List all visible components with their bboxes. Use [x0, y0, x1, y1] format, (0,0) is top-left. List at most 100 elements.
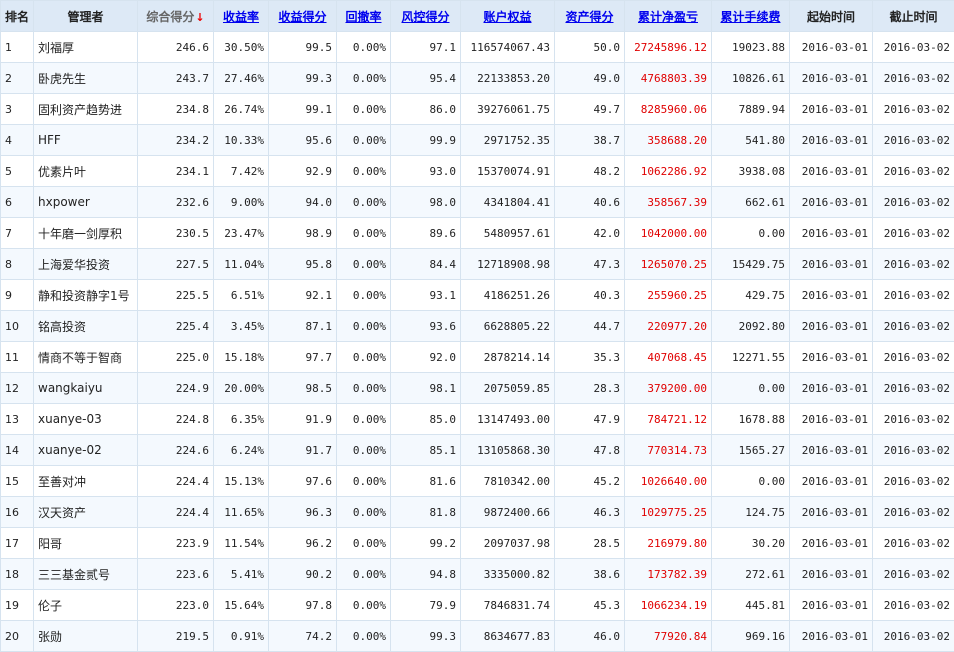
manager-cell: 优素片叶 — [34, 156, 138, 187]
return-score-cell: 96.3 — [269, 497, 337, 528]
return-rate-cell: 5.41% — [214, 559, 269, 590]
manager-cell: 上海爱华投资 — [34, 249, 138, 280]
rank-header: 排名 — [1, 1, 34, 32]
cum-fee-cell: 124.75 — [712, 497, 790, 528]
equity-cell: 39276061.75 — [461, 94, 555, 125]
return-score-cell: 92.9 — [269, 156, 337, 187]
table-row: 14xuanye-02224.66.24%91.70.00%85.1131058… — [1, 435, 954, 466]
cum-pnl-cell: 1029775.25 — [625, 497, 712, 528]
return-score-header[interactable]: 收益得分 — [269, 1, 337, 32]
total-score-cell: 225.5 — [138, 280, 214, 311]
manager-cell: 十年磨一剑厚积 — [34, 218, 138, 249]
risk-score-cell: 93.0 — [391, 156, 461, 187]
cum-fee-cell: 3938.08 — [712, 156, 790, 187]
cum-fee-header[interactable]: 累计手续费 — [712, 1, 790, 32]
end-time-header: 截止时间 — [873, 1, 954, 32]
end-time-cell: 2016-03-02 — [873, 249, 954, 280]
rank-cell: 6 — [1, 187, 34, 218]
drawdown-cell: 0.00% — [337, 218, 391, 249]
rank-cell: 2 — [1, 63, 34, 94]
return-rate-cell: 6.51% — [214, 280, 269, 311]
cum-pnl-cell: 8285960.06 — [625, 94, 712, 125]
cum-fee-cell: 30.20 — [712, 528, 790, 559]
cum-fee-cell: 1565.27 — [712, 435, 790, 466]
manager-cell: 卧虎先生 — [34, 63, 138, 94]
asset-score-cell: 42.0 — [555, 218, 625, 249]
asset-score-header[interactable]: 资产得分 — [555, 1, 625, 32]
total-score-cell: 224.6 — [138, 435, 214, 466]
total-score-cell: 223.6 — [138, 559, 214, 590]
return-rate-cell: 23.47% — [214, 218, 269, 249]
table-row: 5优素片叶234.17.42%92.90.00%93.015370074.914… — [1, 156, 954, 187]
rank-cell: 10 — [1, 311, 34, 342]
manager-cell: HFF — [34, 125, 138, 156]
table-row: 16汉天资产224.411.65%96.30.00%81.89872400.66… — [1, 497, 954, 528]
cum-pnl-cell: 407068.45 — [625, 342, 712, 373]
cum-pnl-cell: 1026640.00 — [625, 466, 712, 497]
start-time-cell: 2016-03-01 — [790, 404, 873, 435]
table-row: 3固利资产趋势进234.826.74%99.10.00%86.039276061… — [1, 94, 954, 125]
return-score-cell: 90.2 — [269, 559, 337, 590]
equity-header[interactable]: 账户权益 — [461, 1, 555, 32]
return-rate-cell: 15.64% — [214, 590, 269, 621]
cum-pnl-cell: 77920.84 — [625, 621, 712, 652]
asset-score-cell: 49.0 — [555, 63, 625, 94]
total-score-header[interactable]: 综合得分↓ — [138, 1, 214, 32]
asset-score-cell: 47.8 — [555, 435, 625, 466]
table-row: 11情商不等于智商225.015.18%97.70.00%92.02878214… — [1, 342, 954, 373]
drawdown-cell: 0.00% — [337, 590, 391, 621]
risk-score-cell: 93.6 — [391, 311, 461, 342]
equity-cell: 15370074.91 — [461, 156, 555, 187]
equity-cell: 13147493.00 — [461, 404, 555, 435]
rank-cell: 20 — [1, 621, 34, 652]
table-row: 6hxpower232.69.00%94.00.00%98.04341804.4… — [1, 187, 954, 218]
header-row: 排名 管理者 综合得分↓ 收益率 收益得分 回撤率 风控得分 账户权益 资产得分… — [1, 1, 954, 32]
manager-cell: 三三基金贰号 — [34, 559, 138, 590]
return-score-cell: 95.6 — [269, 125, 337, 156]
return-score-cell: 95.8 — [269, 249, 337, 280]
total-score-cell: 223.9 — [138, 528, 214, 559]
rank-cell: 11 — [1, 342, 34, 373]
manager-cell: 刘福厚 — [34, 32, 138, 63]
end-time-cell: 2016-03-02 — [873, 559, 954, 590]
return-rate-header[interactable]: 收益率 — [214, 1, 269, 32]
return-score-cell: 74.2 — [269, 621, 337, 652]
total-score-cell: 234.8 — [138, 94, 214, 125]
start-time-cell: 2016-03-01 — [790, 249, 873, 280]
sort-desc-icon: ↓ — [195, 11, 204, 24]
drawdown-cell: 0.00% — [337, 63, 391, 94]
return-score-cell: 97.7 — [269, 342, 337, 373]
drawdown-header[interactable]: 回撤率 — [337, 1, 391, 32]
rank-cell: 3 — [1, 94, 34, 125]
cum-pnl-cell: 1042000.00 — [625, 218, 712, 249]
start-time-cell: 2016-03-01 — [790, 218, 873, 249]
equity-cell: 22133853.20 — [461, 63, 555, 94]
end-time-cell: 2016-03-02 — [873, 218, 954, 249]
end-time-cell: 2016-03-02 — [873, 528, 954, 559]
cum-pnl-cell: 27245896.12 — [625, 32, 712, 63]
return-rate-cell: 11.65% — [214, 497, 269, 528]
cum-pnl-header[interactable]: 累计净盈亏 — [625, 1, 712, 32]
start-time-cell: 2016-03-01 — [790, 528, 873, 559]
risk-score-cell: 81.8 — [391, 497, 461, 528]
table-row: 2卧虎先生243.727.46%99.30.00%95.422133853.20… — [1, 63, 954, 94]
end-time-cell: 2016-03-02 — [873, 621, 954, 652]
table-row: 12wangkaiyu224.920.00%98.50.00%98.120750… — [1, 373, 954, 404]
end-time-cell: 2016-03-02 — [873, 187, 954, 218]
risk-score-cell: 99.3 — [391, 621, 461, 652]
start-time-cell: 2016-03-01 — [790, 156, 873, 187]
risk-score-header[interactable]: 风控得分 — [391, 1, 461, 32]
rank-cell: 13 — [1, 404, 34, 435]
cum-fee-cell: 541.80 — [712, 125, 790, 156]
rank-cell: 9 — [1, 280, 34, 311]
return-rate-cell: 7.42% — [214, 156, 269, 187]
drawdown-cell: 0.00% — [337, 435, 391, 466]
cum-fee-cell: 969.16 — [712, 621, 790, 652]
total-score-cell: 234.2 — [138, 125, 214, 156]
manager-cell: hxpower — [34, 187, 138, 218]
equity-cell: 12718908.98 — [461, 249, 555, 280]
cum-fee-cell: 0.00 — [712, 466, 790, 497]
total-score-cell: 227.5 — [138, 249, 214, 280]
risk-score-cell: 99.9 — [391, 125, 461, 156]
return-score-cell: 99.1 — [269, 94, 337, 125]
